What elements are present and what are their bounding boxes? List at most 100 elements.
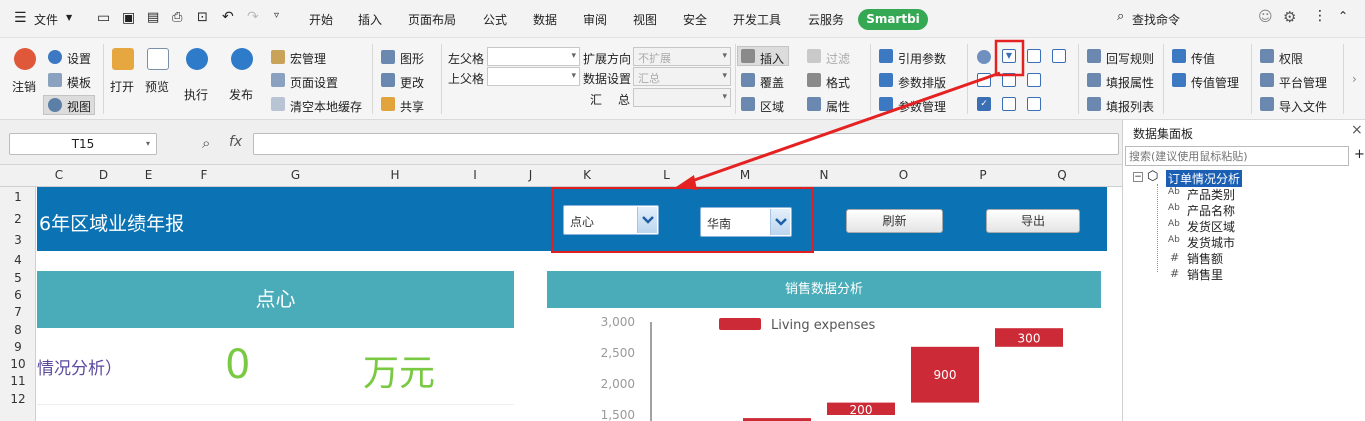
tooltip-control-icon[interactable] — [977, 50, 991, 64]
menu-tab-smartbi[interactable]: Smartbi — [858, 9, 928, 30]
menu-tab-security[interactable]: 安全 — [683, 11, 707, 28]
export-button[interactable]: 导出 — [986, 209, 1080, 233]
fill-property-button[interactable]: 填报属性 — [1106, 74, 1154, 91]
row-header-3[interactable]: 3 — [0, 233, 36, 247]
customize-icon[interactable]: ▿ — [274, 10, 279, 21]
zoom-icon[interactable]: ⌕ — [202, 134, 210, 152]
fill-list-button[interactable]: 填报列表 — [1106, 98, 1154, 115]
template-button[interactable]: 模板 — [67, 74, 91, 91]
panel-search-input[interactable] — [1125, 146, 1349, 166]
open-button[interactable]: 打开 — [110, 78, 134, 95]
import-file-button[interactable]: 导入文件 — [1279, 98, 1327, 115]
row-header-5[interactable]: 5 — [0, 271, 36, 285]
change-button[interactable]: 更改 — [400, 74, 424, 91]
top-parent-select[interactable]: ▾ — [487, 67, 580, 86]
summary-select[interactable]: ▾ — [633, 88, 731, 107]
more-icon[interactable]: ⋮ — [1313, 8, 1327, 24]
row-header-12[interactable]: 12 — [0, 392, 36, 406]
menu-tab-view[interactable]: 视图 — [633, 11, 657, 28]
format-button[interactable]: 格式 — [826, 74, 850, 91]
clear-cache-button[interactable]: 清空本地缓存 — [290, 98, 362, 115]
row-header-4[interactable]: 4 — [0, 253, 36, 267]
list-control-icon[interactable] — [1027, 49, 1041, 63]
column-header-q[interactable]: Q — [1023, 168, 1101, 182]
row-header-10[interactable]: 10 — [0, 357, 36, 371]
permission-button[interactable]: 权限 — [1279, 50, 1303, 67]
page-setup-button[interactable]: 页面设置 — [290, 74, 338, 91]
row-header-6[interactable]: 6 — [0, 288, 36, 302]
column-header-p[interactable]: P — [943, 168, 1023, 182]
menu-tab-insert[interactable]: 插入 — [358, 11, 382, 28]
macro-manage-button[interactable]: 宏管理 — [290, 50, 326, 67]
menu-tab-formula[interactable]: 公式 — [483, 11, 507, 28]
insert-button[interactable]: 插入 — [760, 50, 784, 67]
column-header-l[interactable]: L — [627, 168, 706, 182]
menu-tab-developer[interactable]: 开发工具 — [733, 11, 781, 28]
gear-icon[interactable]: ⚙ — [1283, 8, 1296, 26]
collapse-tree-icon[interactable]: − — [1133, 172, 1143, 182]
row-header-9[interactable]: 9 — [0, 340, 36, 354]
search-command[interactable]: 查找命令 — [1132, 11, 1180, 28]
feedback-icon[interactable]: ☺ — [1258, 9, 1273, 25]
tree-field[interactable]: 销售额 — [1187, 250, 1223, 267]
column-header-g[interactable]: G — [237, 168, 354, 182]
share-button[interactable]: 共享 — [400, 98, 424, 115]
param-manage-button[interactable]: 参数管理 — [898, 98, 946, 115]
column-header-n[interactable]: N — [784, 168, 864, 182]
save-icon[interactable]: ▣ — [122, 10, 135, 26]
row-header-2[interactable]: 2 — [0, 212, 36, 226]
tree-field[interactable]: 产品名称 — [1187, 202, 1235, 219]
param-layout-button[interactable]: 参数排版 — [898, 74, 946, 91]
label-control-icon[interactable] — [1027, 97, 1041, 111]
region-button[interactable]: 区域 — [760, 98, 784, 115]
ref-param-button[interactable]: 引用参数 — [898, 50, 946, 67]
column-header-h[interactable]: H — [354, 168, 436, 182]
pass-value-manage-button[interactable]: 传值管理 — [1191, 74, 1239, 91]
chevron-down-icon[interactable]: ▼ — [66, 13, 72, 22]
checkbox-control-icon[interactable]: ✓ — [977, 97, 991, 111]
property-button[interactable]: 属性 — [826, 98, 850, 115]
tree-field[interactable]: 销售里 — [1187, 266, 1223, 283]
logout-button[interactable]: 注销 — [12, 78, 36, 95]
name-box-dropdown-icon[interactable]: ▾ — [146, 139, 150, 148]
view-button[interactable]: 视图 — [67, 98, 91, 115]
execute-button[interactable]: 执行 — [184, 86, 208, 103]
fx-icon[interactable]: fx — [229, 134, 242, 150]
search-icon[interactable]: ⌕ — [1117, 9, 1124, 24]
tree-root[interactable]: 订单情况分析 — [1166, 170, 1243, 187]
row-header-1[interactable]: 1 — [0, 190, 36, 204]
expand-direction-select[interactable]: 不扩展 ▾ — [633, 47, 731, 66]
refresh-button[interactable]: 刷新 — [846, 209, 943, 233]
dropdown-control-icon[interactable]: ▼ — [1002, 49, 1016, 63]
cover-button[interactable]: 覆盖 — [760, 74, 784, 91]
left-parent-select[interactable]: ▾ — [487, 47, 580, 66]
menu-tab-layout[interactable]: 页面布局 — [408, 11, 456, 28]
close-icon[interactable]: × — [1351, 122, 1363, 138]
publish-button[interactable]: 发布 — [229, 86, 253, 103]
button-control-icon[interactable] — [1027, 73, 1041, 87]
chart-button[interactable]: 图形 — [400, 50, 424, 67]
column-header-e[interactable]: E — [126, 168, 171, 182]
row-header-7[interactable]: 7 — [0, 305, 36, 319]
column-header-m[interactable]: M — [706, 168, 784, 182]
settings-button[interactable]: 设置 — [67, 50, 91, 67]
edit-control-icon[interactable] — [1002, 97, 1016, 111]
print-icon[interactable]: ⎙ — [172, 10, 182, 25]
column-header-j[interactable]: J — [514, 168, 547, 182]
table-control-icon[interactable] — [1052, 49, 1066, 63]
menu-tab-review[interactable]: 审阅 — [583, 11, 607, 28]
writeback-rule-button[interactable]: 回写规则 — [1106, 50, 1154, 67]
column-header-o[interactable]: O — [864, 168, 943, 182]
undo-icon[interactable]: ↶ — [222, 9, 234, 25]
print-preview-icon[interactable]: ⊡ — [197, 10, 208, 25]
filter-button[interactable]: 过滤 — [826, 50, 850, 67]
redo-icon[interactable]: ↷ — [247, 9, 259, 25]
open-folder-icon[interactable]: ▭ — [97, 10, 110, 26]
textbox-control-icon[interactable] — [977, 73, 991, 87]
column-header-c[interactable]: C — [37, 168, 81, 182]
platform-manage-button[interactable]: 平台管理 — [1279, 74, 1327, 91]
tree-field[interactable]: 发货城市 — [1187, 234, 1235, 251]
image-control-icon[interactable] — [1002, 73, 1016, 87]
ribbon-scroll-icon[interactable]: › — [1352, 72, 1357, 86]
tree-field[interactable]: 产品类别 — [1187, 186, 1235, 203]
